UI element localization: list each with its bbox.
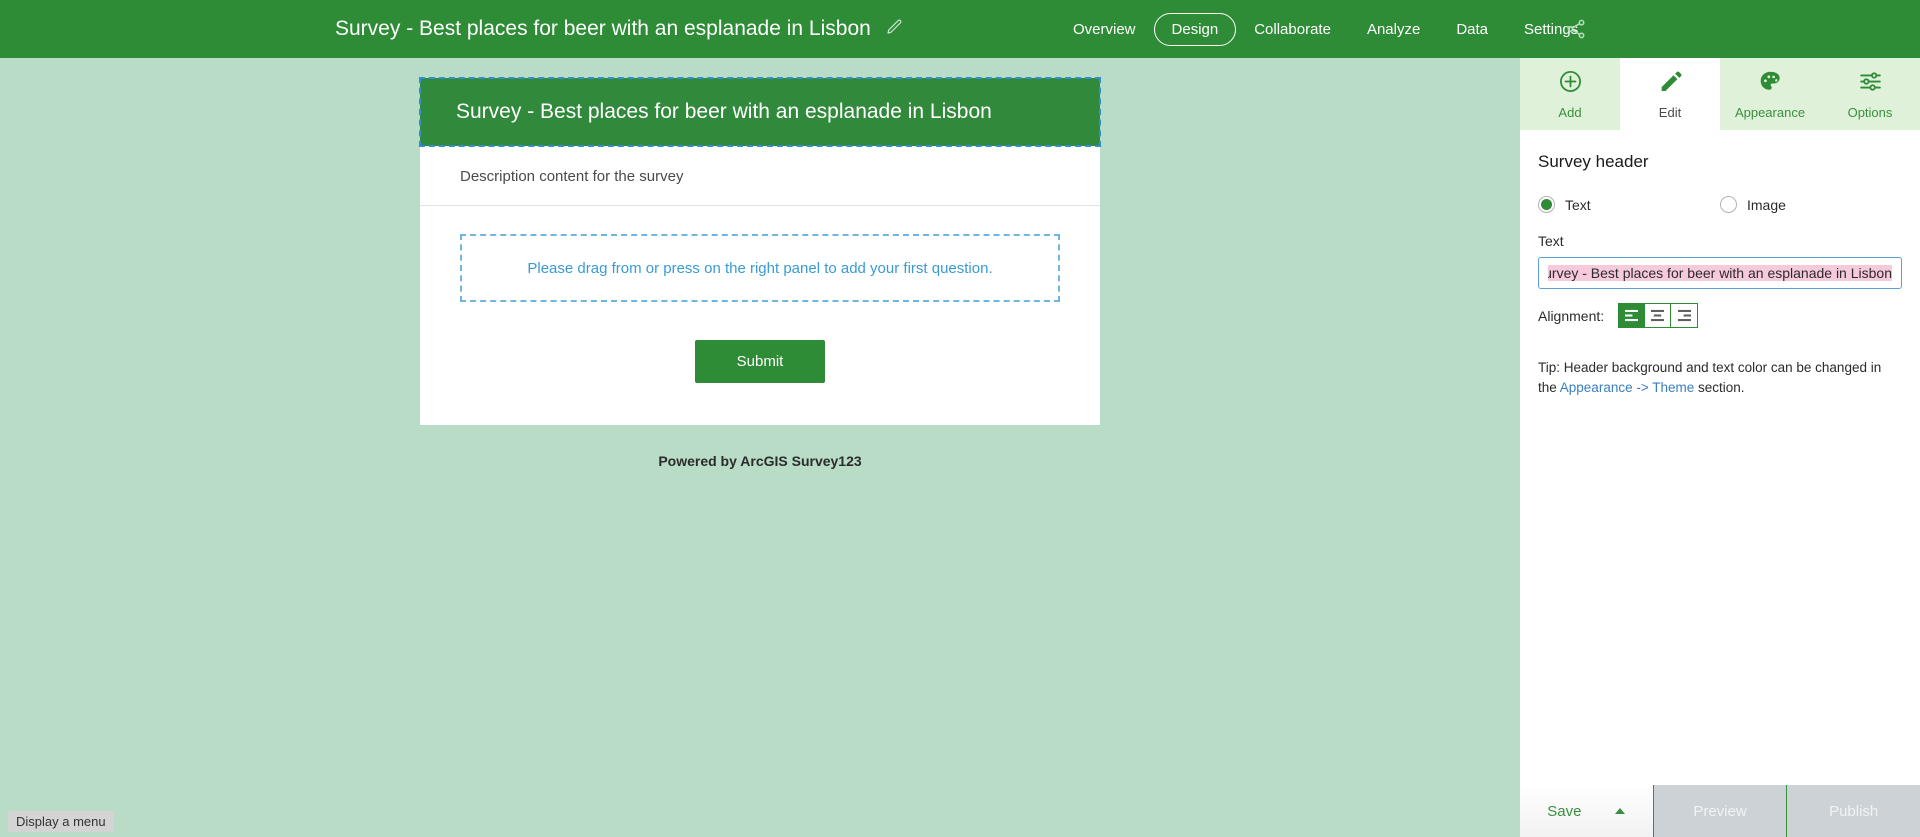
- alignment-control: Alignment:: [1538, 303, 1902, 328]
- submit-button[interactable]: Submit: [694, 340, 826, 383]
- radio-option-text-label: Text: [1565, 196, 1591, 213]
- tab-appearance-label: Appearance: [1734, 104, 1806, 120]
- panel-footer-bar: Save Preview Publish: [1520, 785, 1920, 837]
- main-nav: Overview Design Collaborate Analyze Data…: [1055, 0, 1596, 58]
- edit-title-pencil-icon[interactable]: [885, 18, 903, 41]
- radio-option-text[interactable]: Text: [1538, 196, 1720, 213]
- nav-item-analyze[interactable]: Analyze: [1349, 13, 1438, 46]
- tab-options-label: Options: [1847, 104, 1893, 120]
- dropzone-label: Please drag from or press on the right p…: [527, 259, 993, 277]
- tab-appearance[interactable]: Appearance: [1720, 58, 1820, 130]
- tab-edit[interactable]: Edit: [1620, 58, 1720, 130]
- save-button-label: Save: [1547, 802, 1582, 820]
- radio-option-image[interactable]: Image: [1720, 196, 1786, 213]
- tab-options[interactable]: Options: [1820, 58, 1920, 130]
- survey-body: Description content for the survey Pleas…: [420, 146, 1100, 425]
- survey-card: Survey - Best places for beer with an es…: [419, 77, 1101, 469]
- tab-add[interactable]: Add: [1520, 58, 1620, 130]
- header-source-radio-group: Text Image: [1538, 196, 1902, 213]
- survey-header-block[interactable]: Survey - Best places for beer with an es…: [419, 77, 1101, 147]
- alignment-button-group: [1618, 303, 1699, 328]
- editor-side-panel: Add Edit Appearance Options Survey heade…: [1519, 58, 1920, 837]
- submit-button-wrapper: Submit: [420, 302, 1100, 425]
- share-nodes-icon[interactable]: [1561, 14, 1591, 44]
- powered-by-label: Powered by ArcGIS Survey123: [658, 453, 862, 469]
- alignment-label: Alignment:: [1538, 307, 1605, 324]
- page-title: Survey - Best places for beer with an es…: [335, 17, 871, 40]
- align-center-icon[interactable]: [1645, 304, 1672, 327]
- save-button[interactable]: Save: [1520, 785, 1654, 837]
- tip-suffix: section.: [1694, 379, 1745, 395]
- plus-circle-icon: [1558, 69, 1583, 99]
- radio-text-indicator: [1538, 196, 1555, 213]
- nav-item-collaborate[interactable]: Collaborate: [1236, 13, 1349, 46]
- chevron-up-icon[interactable]: [1615, 808, 1626, 814]
- align-left-icon[interactable]: [1619, 304, 1646, 327]
- survey-header-title: Survey - Best places for beer with an es…: [456, 100, 992, 123]
- nav-item-overview[interactable]: Overview: [1055, 13, 1154, 46]
- radio-image-indicator: [1720, 196, 1737, 213]
- radio-option-image-label: Image: [1747, 196, 1786, 213]
- panel-section-title: Survey header: [1538, 152, 1649, 171]
- sliders-icon: [1858, 69, 1883, 99]
- survey-title-group: Survey - Best places for beer with an es…: [335, 0, 903, 58]
- survey-description[interactable]: Description content for the survey: [420, 146, 1100, 206]
- app-top-bar: Survey - Best places for beer with an es…: [0, 0, 1920, 58]
- header-text-field-label: Text: [1538, 233, 1564, 249]
- appearance-theme-link[interactable]: Appearance -> Theme: [1560, 380, 1694, 395]
- theme-tip-text: Tip: Header background and text color ca…: [1538, 358, 1902, 397]
- preview-button[interactable]: Preview: [1653, 785, 1788, 837]
- survey-design-canvas: Survey - Best places for beer with an es…: [0, 58, 1519, 837]
- tab-edit-label: Edit: [1658, 104, 1682, 120]
- question-dropzone[interactable]: Please drag from or press on the right p…: [460, 234, 1060, 302]
- header-text-input[interactable]: [1538, 257, 1902, 289]
- dropzone-wrapper: Please drag from or press on the right p…: [420, 206, 1100, 302]
- palette-icon: [1758, 69, 1783, 99]
- tab-add-label: Add: [1558, 104, 1582, 120]
- panel-tab-bar: Add Edit Appearance Options: [1520, 58, 1920, 130]
- align-right-icon[interactable]: [1671, 304, 1698, 327]
- pencil-icon: [1658, 69, 1683, 99]
- panel-content: Survey header Text Image Text Alignment:: [1520, 130, 1920, 785]
- nav-item-data[interactable]: Data: [1438, 13, 1506, 46]
- status-tooltip: Display a menu: [8, 811, 114, 832]
- publish-button[interactable]: Publish: [1787, 785, 1920, 837]
- nav-item-design[interactable]: Design: [1153, 12, 1237, 46]
